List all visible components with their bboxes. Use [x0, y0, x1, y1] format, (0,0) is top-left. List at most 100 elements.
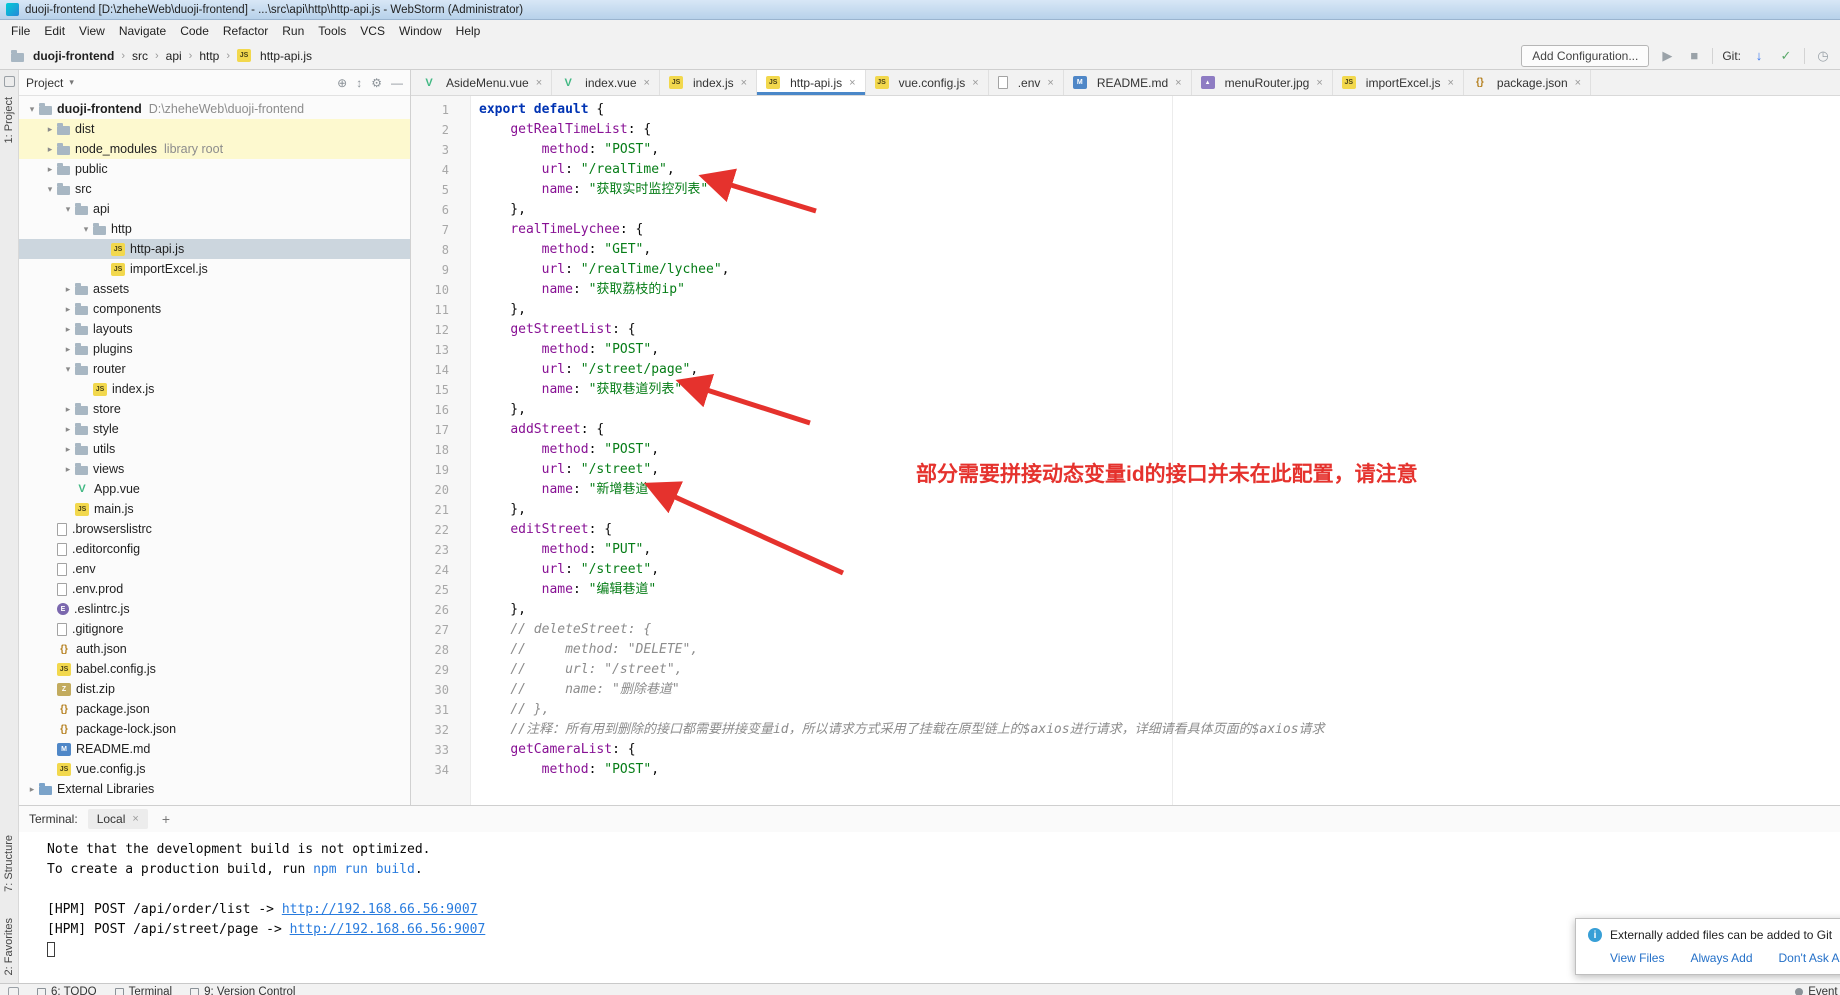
vcs-commit-icon[interactable]: ✓	[1777, 48, 1795, 64]
gear-icon[interactable]: ⚙	[371, 76, 382, 90]
tree-item-style[interactable]: ▸style	[19, 419, 410, 439]
expand-arrow-icon[interactable]: ▸	[43, 164, 57, 175]
menu-item-vcs[interactable]: VCS	[353, 22, 392, 40]
expand-arrow-icon[interactable]: ▸	[61, 344, 75, 355]
tree-item-public[interactable]: ▸public	[19, 159, 410, 179]
tab-readme-md[interactable]: MREADME.md×	[1064, 70, 1192, 95]
locate-file-icon[interactable]: ⊕	[337, 76, 347, 90]
expand-arrow-icon[interactable]: ▾	[61, 204, 75, 215]
tree-item-external-libraries[interactable]: ▸External Libraries	[19, 779, 410, 799]
tree-item-api[interactable]: ▾api	[19, 199, 410, 219]
run-icon[interactable]: ▶	[1658, 48, 1676, 64]
tool-window-structure[interactable]: 7: Structure	[3, 835, 15, 892]
terminal-link[interactable]: http://192.168.66.56:9007	[290, 922, 486, 937]
tree-item-package-lock-json[interactable]: {}package-lock.json	[19, 719, 410, 739]
expand-arrow-icon[interactable]: ▸	[61, 444, 75, 455]
tree-item-duoji-frontend[interactable]: ▾duoji-frontendD:\zheheWeb\duoji-fronten…	[19, 99, 410, 119]
expand-arrow-icon[interactable]: ▾	[25, 104, 39, 115]
tab-close-icon[interactable]: ×	[849, 77, 855, 89]
tool-stripe-icon[interactable]	[4, 76, 15, 87]
tool-window-project[interactable]: 1: Project	[3, 97, 15, 143]
code-editor[interactable]: 1export default {2 getRealTimeList: {3 m…	[411, 96, 1840, 805]
tree-item-layouts[interactable]: ▸layouts	[19, 319, 410, 339]
tab-close-icon[interactable]: ×	[972, 77, 978, 89]
tab-http-api-js[interactable]: JShttp-api.js×	[757, 70, 865, 95]
expand-arrow-icon[interactable]: ▸	[61, 284, 75, 295]
menu-item-tools[interactable]: Tools	[311, 22, 353, 40]
tab-vue-config-js[interactable]: JSvue.config.js×	[866, 70, 989, 95]
tab-close-icon[interactable]: ×	[1316, 77, 1322, 89]
tree-item-package-json[interactable]: {}package.json	[19, 699, 410, 719]
tab-close-icon[interactable]: ×	[536, 77, 542, 89]
tree-item-gitignore[interactable]: .gitignore	[19, 619, 410, 639]
tree-item-editorconfig[interactable]: .editorconfig	[19, 539, 410, 559]
chevron-down-icon[interactable]: ▾	[69, 77, 74, 88]
tab-importexcel-js[interactable]: JSimportExcel.js×	[1333, 70, 1464, 95]
tool-window-favorites[interactable]: 2: Favorites	[3, 918, 15, 975]
tree-item-http-api-js[interactable]: JShttp-api.js	[19, 239, 410, 259]
breadcrumb-item-src[interactable]: src	[129, 48, 151, 64]
expand-arrow-icon[interactable]: ▸	[43, 144, 57, 155]
expand-arrow-icon[interactable]: ▸	[43, 124, 57, 135]
terminal-output[interactable]: Note that the development build is not o…	[19, 832, 1840, 983]
menu-item-edit[interactable]: Edit	[37, 22, 72, 40]
expand-arrow-icon[interactable]: ▸	[61, 464, 75, 475]
tree-item-app-vue[interactable]: VApp.vue	[19, 479, 410, 499]
menu-item-help[interactable]: Help	[449, 22, 488, 40]
menu-item-navigate[interactable]: Navigate	[112, 22, 173, 40]
tab-close-icon[interactable]: ×	[1047, 77, 1053, 89]
event-log-button[interactable]: Event Log	[1795, 986, 1840, 995]
tree-item-http[interactable]: ▾http	[19, 219, 410, 239]
menu-item-run[interactable]: Run	[275, 22, 311, 40]
tree-item-components[interactable]: ▸components	[19, 299, 410, 319]
breadcrumb-item-duoji-frontend[interactable]: duoji-frontend	[8, 48, 117, 64]
tab-close-icon[interactable]: ×	[1447, 77, 1453, 89]
notification-action-view-files[interactable]: View Files	[1610, 951, 1664, 965]
tree-item-importexcel-js[interactable]: JSimportExcel.js	[19, 259, 410, 279]
tree-item-env-prod[interactable]: .env.prod	[19, 579, 410, 599]
statusbar-6-todo[interactable]: 6: TODO	[37, 986, 97, 995]
tree-item-assets[interactable]: ▸assets	[19, 279, 410, 299]
menu-item-view[interactable]: View	[72, 22, 112, 40]
expand-arrow-icon[interactable]: ▾	[43, 184, 57, 195]
tree-item-plugins[interactable]: ▸plugins	[19, 339, 410, 359]
tab-index-vue[interactable]: Vindex.vue×	[552, 70, 660, 95]
tab-close-icon[interactable]: ×	[1175, 77, 1181, 89]
menu-item-refactor[interactable]: Refactor	[216, 22, 275, 40]
tool-window-switcher-icon[interactable]	[8, 987, 19, 995]
collapse-all-icon[interactable]: ↕	[356, 76, 362, 90]
tab-close-icon[interactable]: ×	[1575, 77, 1581, 89]
notification-action-don-t-ask-again[interactable]: Don't Ask Again	[1779, 951, 1840, 965]
tree-item-readme-md[interactable]: MREADME.md	[19, 739, 410, 759]
tree-item-utils[interactable]: ▸utils	[19, 439, 410, 459]
tab-menurouter-jpg[interactable]: ▲menuRouter.jpg×	[1192, 70, 1333, 95]
breadcrumb-item-http[interactable]: http	[196, 48, 222, 64]
tab-index-js[interactable]: JSindex.js×	[660, 70, 757, 95]
expand-arrow-icon[interactable]: ▸	[61, 404, 75, 415]
terminal-link[interactable]: http://192.168.66.56:9007	[282, 902, 478, 917]
expand-arrow-icon[interactable]: ▸	[25, 784, 39, 795]
tree-item-node-modules[interactable]: ▸node_moduleslibrary root	[19, 139, 410, 159]
debug-icon[interactable]: ■	[1685, 48, 1703, 63]
menu-item-window[interactable]: Window	[392, 22, 449, 40]
tree-item-babel-config-js[interactable]: JSbabel.config.js	[19, 659, 410, 679]
terminal-tab-local[interactable]: Local ×	[88, 809, 148, 829]
tab-close-icon[interactable]: ×	[741, 77, 747, 89]
expand-arrow-icon[interactable]: ▾	[79, 224, 93, 235]
tab-asidemenu-vue[interactable]: VAsideMenu.vue×	[413, 70, 552, 95]
new-terminal-icon[interactable]: +	[158, 811, 174, 827]
tab-env[interactable]: .env×	[989, 70, 1064, 95]
tree-item-index-js[interactable]: JSindex.js	[19, 379, 410, 399]
statusbar-terminal[interactable]: Terminal	[115, 986, 172, 995]
hide-panel-icon[interactable]: —	[391, 76, 403, 90]
expand-arrow-icon[interactable]: ▸	[61, 324, 75, 335]
menu-item-code[interactable]: Code	[173, 22, 216, 40]
tree-item-src[interactable]: ▾src	[19, 179, 410, 199]
tab-close-icon[interactable]: ×	[644, 77, 650, 89]
tree-item-router[interactable]: ▾router	[19, 359, 410, 379]
tree-item-browserslistrc[interactable]: .browserslistrc	[19, 519, 410, 539]
tree-item-vue-config-js[interactable]: JSvue.config.js	[19, 759, 410, 779]
tree-item-eslintrc-js[interactable]: E.eslintrc.js	[19, 599, 410, 619]
statusbar-9-version-control[interactable]: 9: Version Control	[190, 986, 295, 995]
breadcrumb-item-http-api-js[interactable]: JShttp-api.js	[234, 48, 315, 64]
